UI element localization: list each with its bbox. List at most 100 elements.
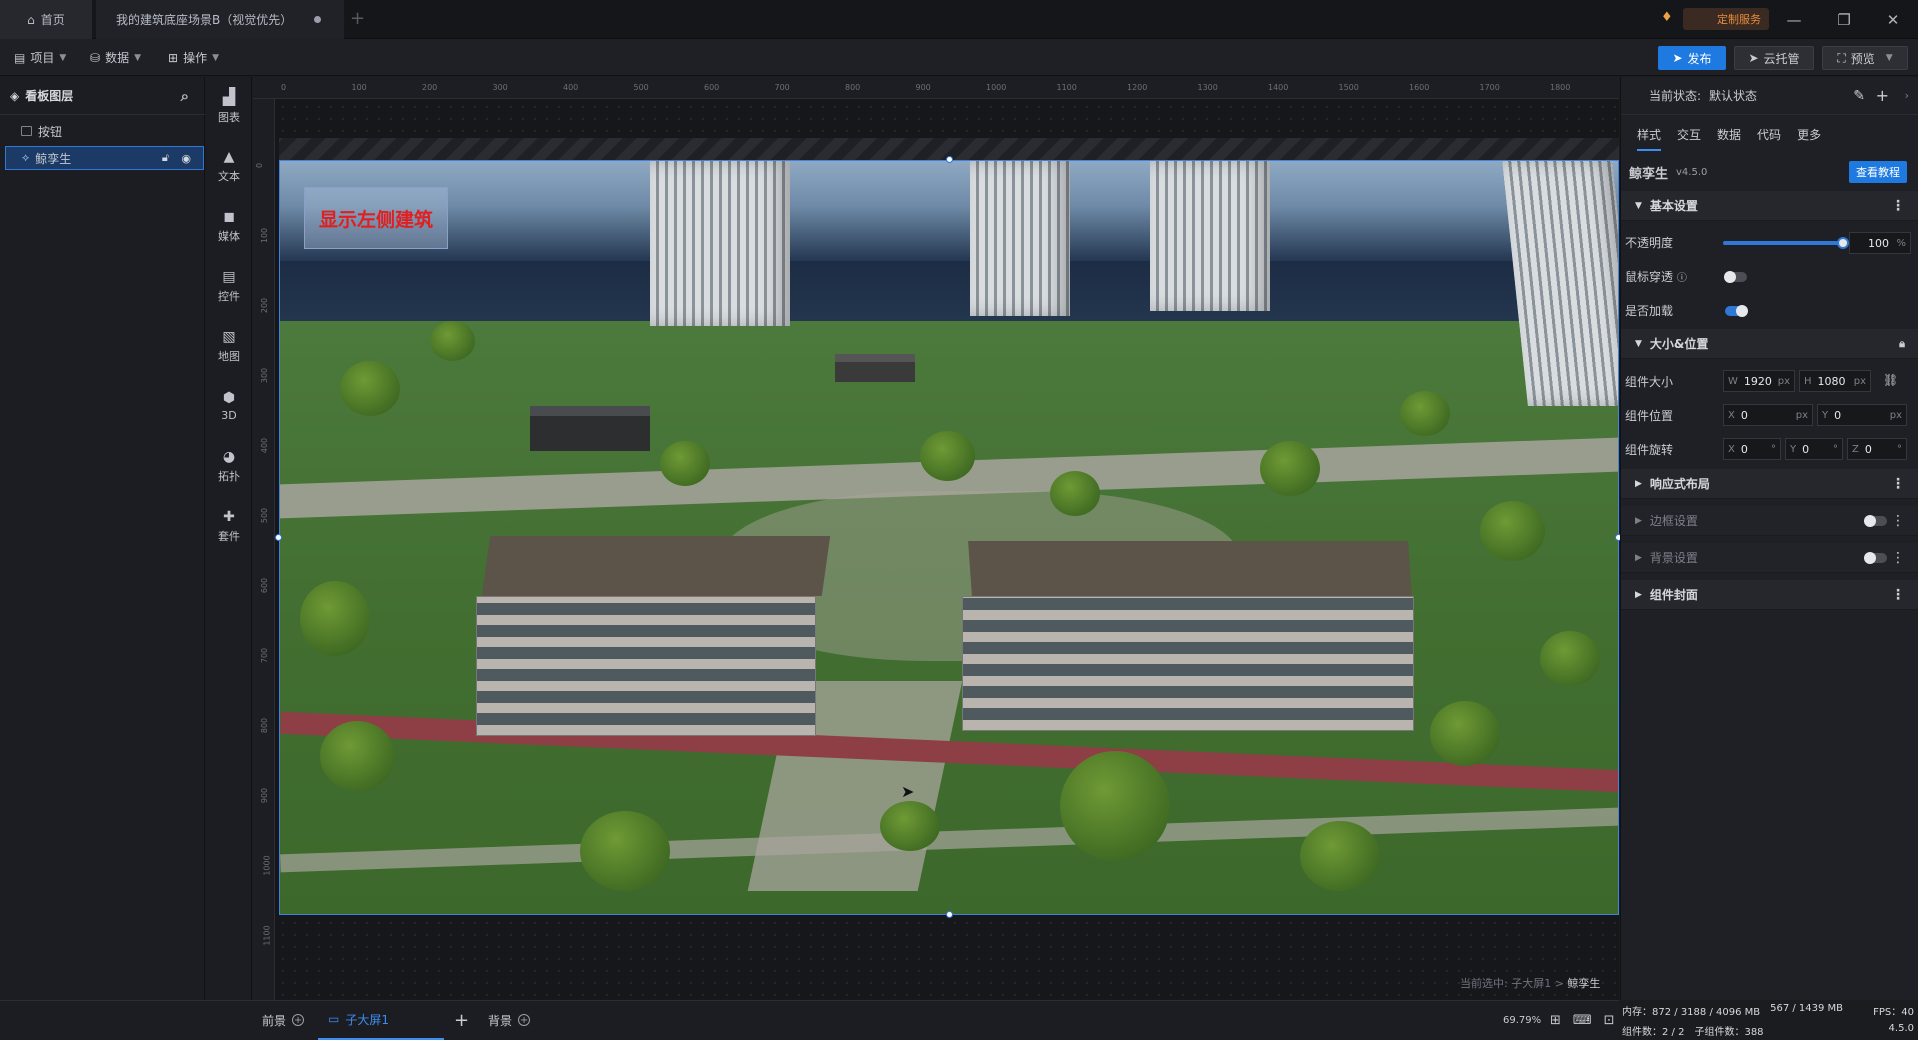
preview-button[interactable]: ⛶ 预览 ▼ (1822, 46, 1908, 70)
opacity-input[interactable]: 100 % (1849, 232, 1911, 254)
tree (430, 321, 475, 361)
tab-subscreen[interactable]: ▭ 子大屏1 (318, 1000, 444, 1040)
close-icon[interactable]: ✕ (1868, 0, 1918, 39)
tab-data[interactable]: 数据 (1717, 126, 1741, 143)
lock-icon[interactable]: 🔒︎ (1899, 337, 1905, 351)
tool-media[interactable]: ◼ 媒体 (206, 203, 252, 249)
tab-code[interactable]: 代码 (1757, 126, 1781, 143)
tab-interaction[interactable]: 交互 (1677, 126, 1701, 143)
tab-background[interactable]: 背景 + (488, 1000, 531, 1040)
border-toggle[interactable] (1864, 515, 1887, 527)
terminal-icon[interactable]: ⊡ (1604, 1013, 1615, 1028)
3d-scene-viewport[interactable] (279, 160, 1619, 915)
add-tab-icon[interactable]: + (350, 8, 365, 29)
more-icon[interactable]: ⋮ (1891, 476, 1905, 492)
minimize-icon[interactable]: — (1769, 0, 1819, 39)
tool-chart[interactable]: ▟ 图表 (206, 83, 252, 129)
bottom-left-bar (0, 1000, 253, 1040)
tool-text[interactable]: ▲ 文本 (206, 143, 252, 189)
width-input[interactable]: W 1920 px (1723, 370, 1795, 392)
menu-data[interactable]: ⛁ 数据 ▼ (90, 39, 141, 76)
resize-handle-bottom[interactable] (946, 911, 953, 918)
caret-right-icon: ▶ (1635, 515, 1642, 526)
tool-kit[interactable]: ✚ 套件 (206, 503, 252, 549)
more-icon[interactable]: ⋮ (1891, 513, 1905, 529)
more-icon[interactable]: ⋮ (1891, 587, 1905, 603)
section-border[interactable]: ▶ 边框设置 ⋮ (1621, 506, 1918, 536)
tutorial-button[interactable]: 查看教程 (1849, 161, 1907, 183)
opacity-slider[interactable] (1723, 237, 1849, 249)
resize-handle-left[interactable] (275, 534, 282, 541)
tab-foreground[interactable]: 前景 + (262, 1000, 305, 1040)
keyboard-icon[interactable]: ⌨ (1573, 1013, 1592, 1028)
rotation-x-input[interactable]: X 0 ° (1723, 438, 1781, 460)
background-toggle[interactable] (1864, 552, 1887, 564)
unlock-icon[interactable]: 🔓︎ (162, 151, 169, 165)
x-prefix: X (1728, 409, 1735, 421)
more-icon[interactable]: ⋮ (1891, 550, 1905, 566)
title-bar: ⌂ 首页 我的建筑底座场景B（视觉优先） + ♦ 定制服务 — ❐ ✕ (0, 0, 1918, 39)
publish-button[interactable]: ➤ 发布 (1658, 46, 1726, 70)
section-background[interactable]: ▶ 背景设置 ⋮ (1621, 543, 1918, 573)
section-cover[interactable]: ▶ 组件封面 ⋮ (1621, 580, 1918, 610)
unit-label: px (1795, 409, 1808, 421)
position-x-input[interactable]: X 0 px (1723, 404, 1813, 426)
ruler-tick-label: 1500 (1338, 83, 1359, 92)
link-icon[interactable]: ⛓ (1883, 373, 1898, 387)
ruler-tick-label: 100 (260, 227, 270, 244)
fit-screen-icon[interactable]: ⊞ (1550, 1013, 1561, 1028)
restore-icon[interactable]: ❐ (1819, 0, 1869, 39)
mouse-through-toggle[interactable] (1724, 271, 1747, 283)
tree (1050, 471, 1100, 516)
add-circle-icon[interactable]: + (518, 1014, 531, 1026)
toggle-knob (1736, 305, 1748, 317)
eye-icon[interactable]: ◉ (181, 152, 191, 165)
zoom-level[interactable]: 69.79% (1503, 1000, 1541, 1040)
show-left-building-button[interactable]: 显示左侧建筑 (304, 187, 448, 249)
tab-scene[interactable]: 我的建筑底座场景B（视觉优先） (96, 0, 344, 39)
state-value[interactable]: 默认状态 (1709, 87, 1757, 104)
help-icon[interactable]: ⓘ (1677, 273, 1687, 284)
tree (1260, 441, 1320, 496)
section-basic[interactable]: ▼ 基本设置 ⋮ (1621, 191, 1918, 221)
height-input[interactable]: H 1080 px (1799, 370, 1871, 392)
z-prefix: Z (1852, 443, 1859, 455)
rotation-y-input[interactable]: Y 0 ° (1785, 438, 1843, 460)
caret-down-icon: ▼ (1635, 200, 1642, 211)
position-y-input[interactable]: Y 0 px (1817, 404, 1907, 426)
tool-topology[interactable]: ◕ 拓扑 (206, 443, 252, 489)
tool-control[interactable]: ▤ 控件 (206, 263, 252, 309)
tool-map[interactable]: ▧ 地图 (206, 323, 252, 369)
cloud-host-button[interactable]: ➤ 云托管 (1734, 46, 1814, 70)
menu-project[interactable]: ▤ 项目 ▼ (14, 39, 66, 76)
component-count: 组件数：2 / 2 (1622, 1027, 1685, 1038)
tab-style[interactable]: 样式 (1637, 126, 1662, 151)
more-icon[interactable]: ⋮ (1891, 198, 1905, 214)
search-icon[interactable]: ⌕ (181, 87, 189, 105)
add-circle-icon[interactable]: + (292, 1014, 305, 1026)
add-icon[interactable]: + (1876, 86, 1889, 105)
ruler-tick-label: 1800 (1550, 83, 1571, 92)
menu-operate[interactable]: ⊞ 操作 ▼ (168, 39, 219, 76)
tab-home[interactable]: ⌂ 首页 (0, 0, 92, 39)
edit-icon[interactable]: ✎ (1853, 88, 1865, 104)
component-name: 鲸孪生 (1629, 166, 1669, 182)
pavilion-center (835, 354, 915, 382)
unit-label: px (1777, 375, 1790, 387)
section-size-position[interactable]: ▼ 大小&位置 🔒︎ (1621, 329, 1918, 359)
chevron-right-icon[interactable]: › (1905, 89, 1909, 102)
tool-3d[interactable]: ⬢ 3D (206, 383, 252, 429)
opacity-slider-knob[interactable] (1837, 237, 1849, 249)
ruler-tick-label: 200 (422, 83, 438, 92)
ruler-tick-label: 300 (492, 83, 508, 92)
layer-item-button[interactable]: 按钮 (5, 119, 204, 143)
section-responsive[interactable]: ▶ 响应式布局 ⋮ (1621, 469, 1918, 499)
custom-service-button[interactable]: ♦ 定制服务 (1661, 8, 1769, 30)
tab-more[interactable]: 更多 (1797, 126, 1821, 143)
resize-handle-top[interactable] (946, 156, 953, 163)
rotation-z-input[interactable]: Z 0 ° (1847, 438, 1907, 460)
load-toggle[interactable] (1725, 305, 1748, 317)
layer-item-whale-twin[interactable]: ⟡ 鲸孪生 🔓︎ ◉ (5, 146, 204, 170)
tab-subscreen-label: 子大屏1 (345, 1012, 389, 1027)
add-screen-icon[interactable]: + (454, 1000, 469, 1040)
